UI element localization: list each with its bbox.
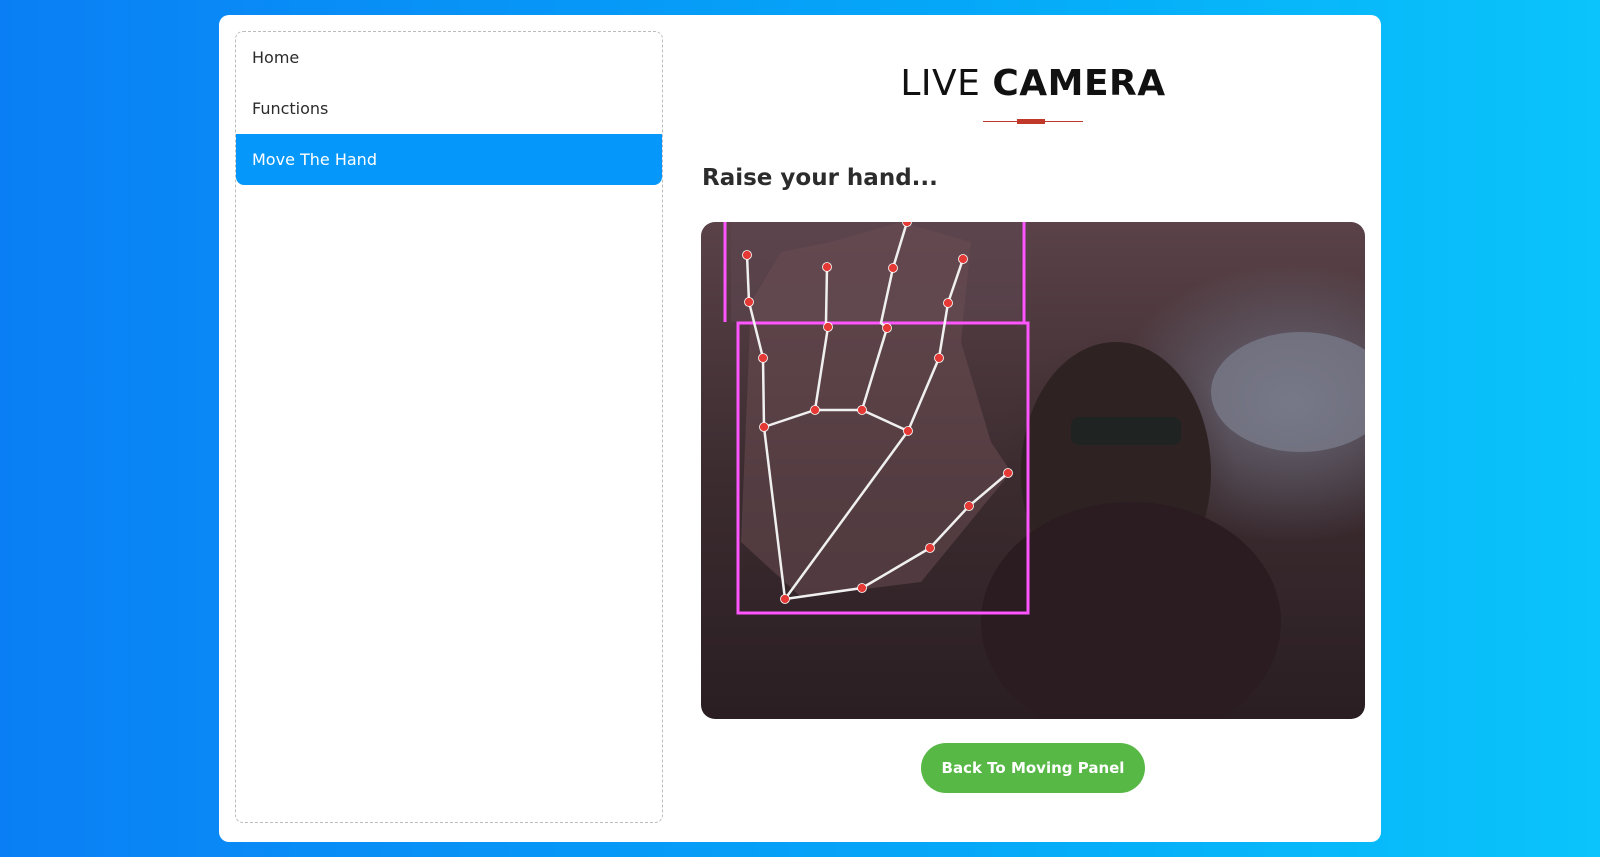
page-title-light: LIVE — [900, 63, 981, 104]
hand-prompt: Raise your hand... — [702, 165, 938, 191]
title-divider-accent — [1017, 119, 1045, 124]
sidebar-item-move-the-hand[interactable]: Move The Hand — [236, 134, 662, 185]
sidebar-item-home[interactable]: Home — [236, 32, 662, 83]
page-title-bold: CAMERA — [992, 63, 1166, 104]
main-card: Home Functions Move The Hand LIVE CAMERA… — [219, 15, 1381, 842]
sidebar-menu: Home Functions Move The Hand — [235, 31, 663, 823]
sidebar-item-functions[interactable]: Functions — [236, 83, 662, 134]
main-content: LIVE CAMERA Raise your hand... Back To M… — [701, 15, 1365, 842]
back-to-moving-panel-button[interactable]: Back To Moving Panel — [921, 743, 1145, 793]
live-camera-feed — [701, 222, 1365, 719]
page-title: LIVE CAMERA — [701, 63, 1365, 104]
hand-tracking-overlay — [723, 222, 1365, 719]
